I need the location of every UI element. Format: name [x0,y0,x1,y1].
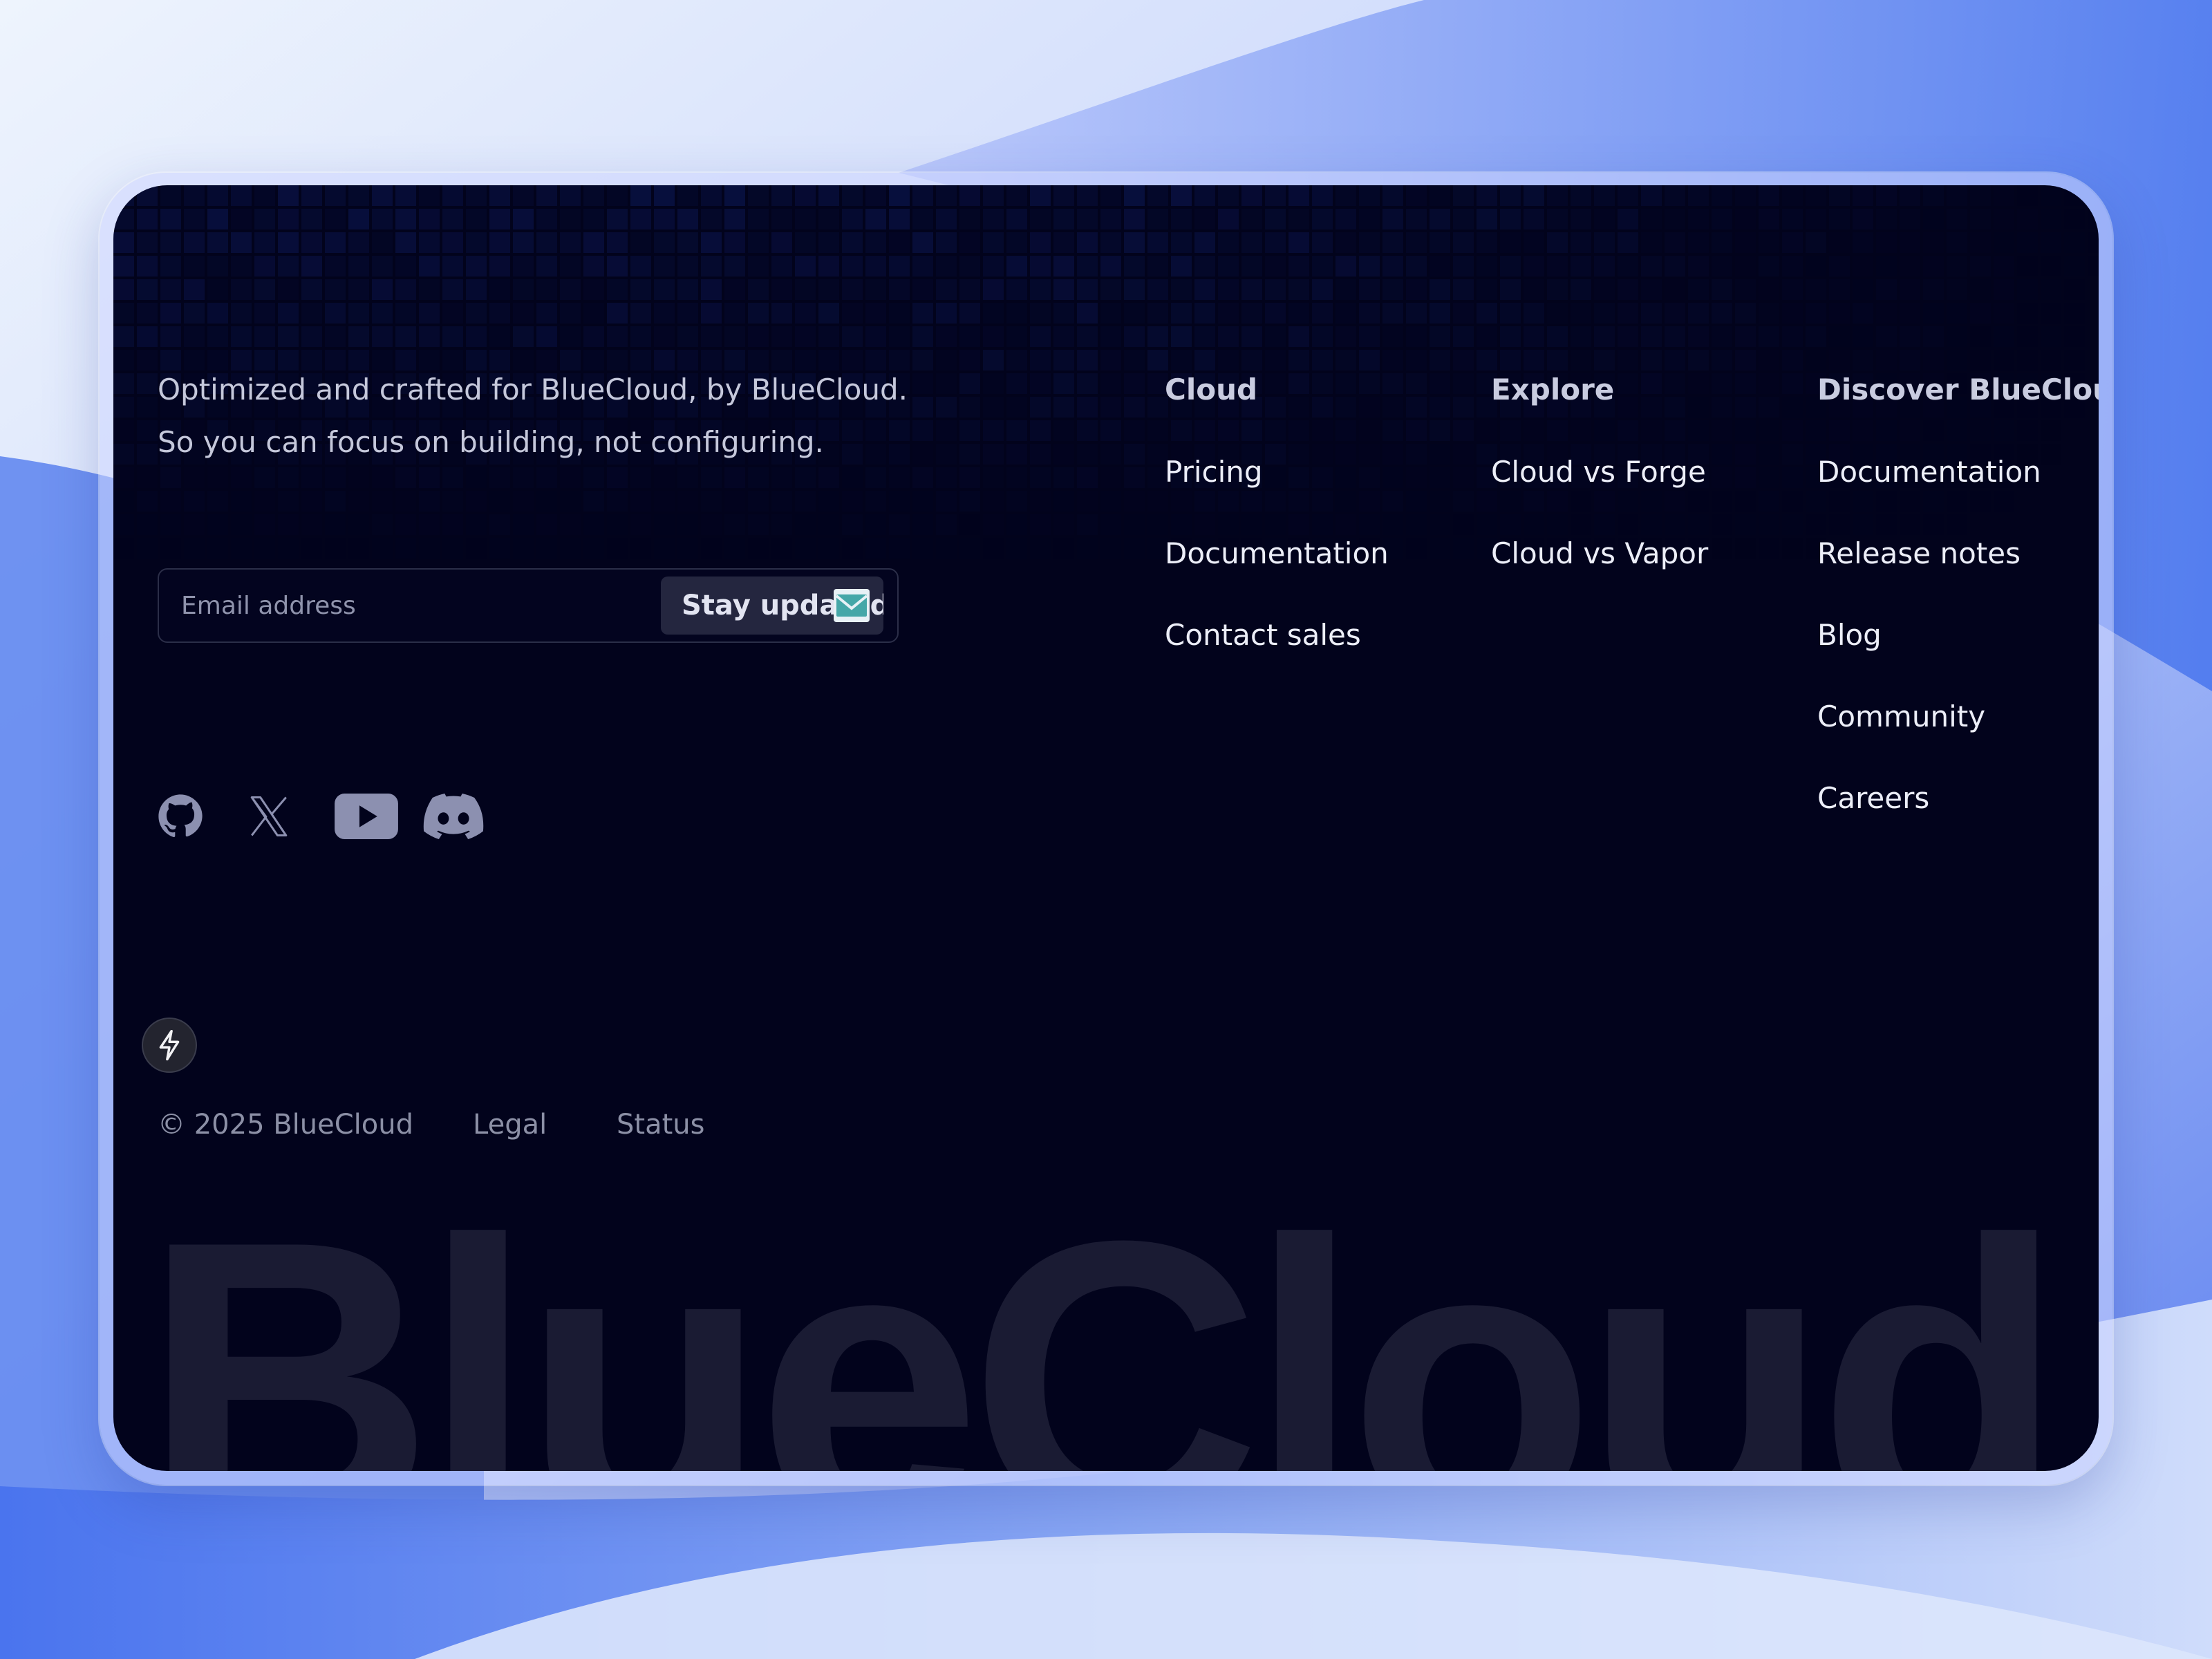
column-title-cloud: Cloud [1165,373,1258,406]
link-blog[interactable]: Blog [1817,618,1882,652]
discord-link[interactable] [423,794,484,839]
github-icon [158,794,203,838]
link-careers[interactable]: Careers [1817,781,1929,815]
column-title-discover: Discover BlueCloud [1817,373,2099,406]
footer-column-explore: Explore Cloud vs Forge Cloud vs Vapor [1491,364,1708,570]
link-pricing[interactable]: Pricing [1165,455,1263,489]
bolt-badge[interactable] [143,1019,196,1071]
github-link[interactable] [158,794,203,839]
link-contact-sales[interactable]: Contact sales [1165,618,1361,652]
tagline-line-2: So you can focus on building, not config… [158,425,824,459]
footer-card: Optimized and crafted for BlueCloud, by … [113,185,2099,1471]
link-cloud-documentation[interactable]: Documentation [1165,536,1389,570]
newsletter-form: Stay updated [158,568,899,643]
link-cloud-vs-vapor[interactable]: Cloud vs Vapor [1491,536,1708,570]
email-input[interactable] [159,570,657,641]
youtube-link[interactable] [335,794,398,839]
discord-icon [423,794,484,839]
x-link[interactable] [246,794,292,839]
link-release-notes[interactable]: Release notes [1817,536,2021,570]
column-title-explore: Explore [1491,373,1615,406]
status-link[interactable]: Status [617,1109,704,1141]
tagline: Optimized and crafted for BlueCloud, by … [158,364,908,469]
envelope-icon [834,589,870,622]
copyright: © 2025 BlueCloud [158,1109,413,1141]
brand-watermark: BlueCloud [142,1156,2065,1472]
link-community[interactable]: Community [1817,700,1985,733]
bolt-icon [159,1030,180,1060]
legal-link[interactable]: Legal [473,1109,547,1141]
stay-updated-button[interactable]: Stay updated [661,577,883,635]
tagline-line-1: Optimized and crafted for BlueCloud, by … [158,373,908,406]
youtube-icon [335,794,398,839]
link-cloud-vs-forge[interactable]: Cloud vs Forge [1491,455,1706,489]
x-icon [250,796,288,837]
link-discover-documentation[interactable]: Documentation [1817,455,2041,489]
footer-column-discover: Discover BlueCloud Documentation Release… [1817,364,2099,815]
footer-column-cloud: Cloud Pricing Documentation Contact sale… [1165,364,1389,652]
